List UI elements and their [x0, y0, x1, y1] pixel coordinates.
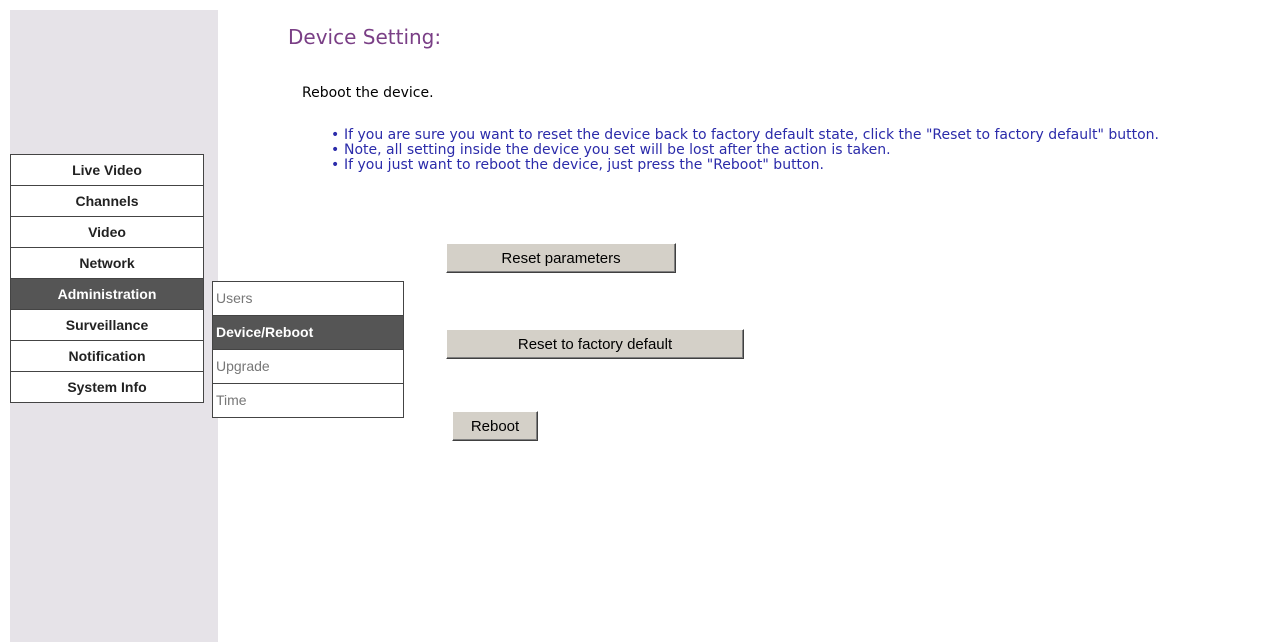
reset-factory-default-button[interactable]: Reset to factory default [446, 329, 744, 359]
submenu-item-upgrade[interactable]: Upgrade [213, 350, 403, 384]
main-menu: Live Video Channels Video Network Admini… [10, 154, 204, 403]
submenu-item-time[interactable]: Time [213, 384, 403, 418]
menu-item-system-info[interactable]: System Info [11, 372, 203, 403]
submenu-item-users[interactable]: Users [213, 282, 403, 316]
reset-parameters-button[interactable]: Reset parameters [446, 243, 676, 273]
administration-submenu: Users Device/Reboot Upgrade Time [212, 281, 404, 418]
menu-item-notification[interactable]: Notification [11, 341, 203, 372]
instruction-item: Note, all setting inside the device you … [330, 143, 1284, 159]
intro-text: Reboot the device. [302, 85, 434, 101]
menu-item-live-video[interactable]: Live Video [11, 155, 203, 186]
reboot-button[interactable]: Reboot [452, 411, 538, 441]
menu-item-channels[interactable]: Channels [11, 186, 203, 217]
instruction-item: If you are sure you want to reset the de… [330, 128, 1284, 144]
menu-item-video[interactable]: Video [11, 217, 203, 248]
submenu-item-device-reboot[interactable]: Device/Reboot [213, 316, 403, 350]
menu-item-network[interactable]: Network [11, 248, 203, 279]
menu-item-administration[interactable]: Administration [11, 279, 203, 310]
instruction-item: If you just want to reboot the device, j… [330, 158, 1284, 174]
menu-item-surveillance[interactable]: Surveillance [11, 310, 203, 341]
instructions-list: If you are sure you want to reset the de… [330, 128, 1284, 174]
page-title: Device Setting: [288, 25, 442, 49]
